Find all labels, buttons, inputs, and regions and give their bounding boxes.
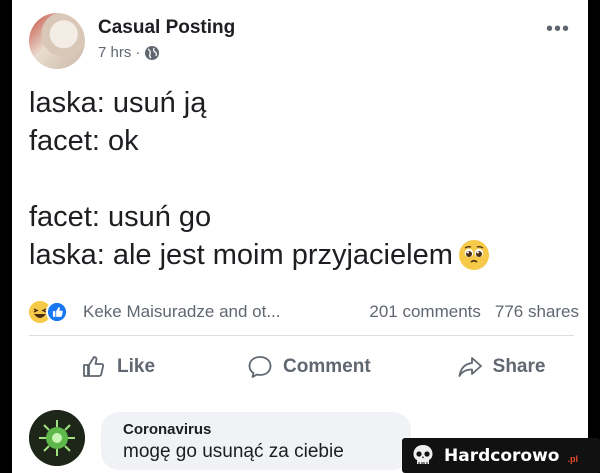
share-label: Share: [492, 356, 546, 377]
comment-icon: [248, 356, 272, 378]
skull-icon: [413, 444, 433, 464]
comment-text: mogę go usunąć za ciebie: [123, 441, 344, 462]
post-meta: 7 hrs ·: [98, 44, 160, 61]
commenter-avatar[interactable]: [29, 410, 85, 466]
post-time[interactable]: 7 hrs: [98, 44, 131, 61]
post-header: Casual Posting 7 hrs · •••: [29, 13, 574, 69]
pleading-face-emoji-icon: [458, 240, 489, 270]
post-line: laska: usuń ją: [29, 87, 207, 119]
comments-count[interactable]: 201 comments: [369, 302, 481, 322]
author-name[interactable]: Casual Posting: [98, 17, 235, 39]
post-line: facet: usuń go: [29, 201, 212, 233]
action-bar: Like Comment Share: [29, 345, 574, 389]
globe-icon: [145, 45, 160, 60]
meta-separator: ·: [135, 44, 141, 61]
virus-icon: [29, 410, 85, 466]
post-card: Casual Posting 7 hrs · ••• laska: usuń j…: [12, 0, 588, 473]
like-label: Like: [117, 356, 156, 377]
post-body: laska: usuń ją facet: ok facet: usuń go …: [29, 84, 574, 274]
share-button[interactable]: Share: [457, 354, 546, 380]
comment-button[interactable]: Comment: [247, 354, 371, 380]
divider: [29, 335, 574, 336]
post-line-blank: [29, 160, 574, 198]
like-icon: [83, 356, 105, 377]
post-stats: Keke Maisuradze and ot... 201 comments 7…: [29, 299, 579, 325]
commenter-name[interactable]: Coronavirus: [123, 421, 211, 438]
post-line: laska: ale jest moim przyjacielem: [29, 239, 453, 271]
shares-count[interactable]: 776 shares: [495, 302, 579, 322]
like-reaction-icon: [46, 301, 68, 323]
share-icon: [458, 357, 482, 377]
post-line: facet: ok: [29, 125, 139, 157]
site-watermark: Hardcorowo .pl: [402, 438, 600, 473]
reaction-icons[interactable]: [29, 300, 77, 324]
comment-label: Comment: [283, 356, 371, 377]
watermark-tld: .pl: [567, 453, 578, 464]
comment-bubble: Coronavirus mogę go usunąć za ciebie: [101, 412, 411, 470]
like-button[interactable]: Like: [81, 354, 155, 380]
engagement-counts: 201 comments 776 shares: [369, 302, 579, 322]
reactions-text[interactable]: Keke Maisuradze and ot...: [83, 302, 281, 322]
author-avatar[interactable]: [29, 13, 85, 69]
post-line-last: laska: ale jest moim przyjacielem: [29, 236, 574, 274]
watermark-name: Hardcorowo: [444, 445, 560, 466]
more-options-icon[interactable]: •••: [546, 19, 570, 39]
